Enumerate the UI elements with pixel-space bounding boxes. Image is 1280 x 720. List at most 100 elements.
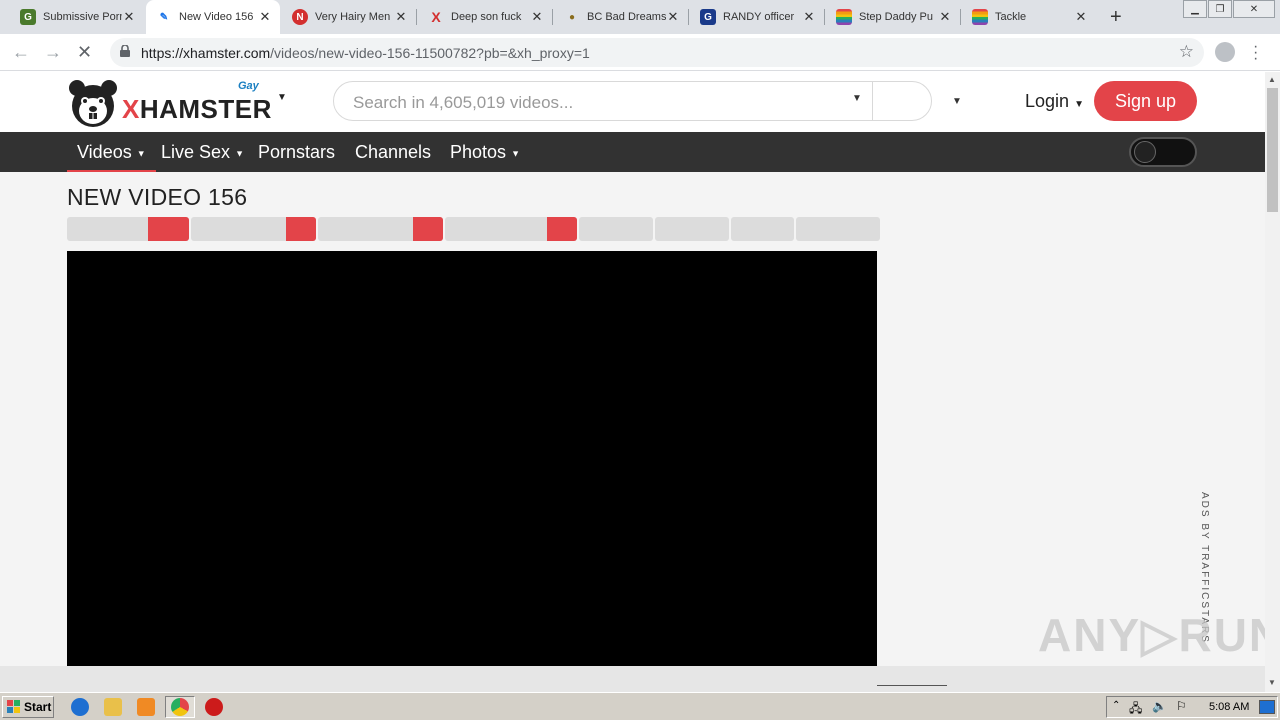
profile-avatar-icon[interactable] (1215, 42, 1235, 62)
tag-pill-accent (286, 217, 316, 241)
scroll-down-icon[interactable]: ▼ (1268, 678, 1276, 687)
tab-5[interactable]: G RANDY officer ✕ (690, 0, 824, 34)
close-tab-icon[interactable]: ✕ (1074, 9, 1088, 25)
site-header: XHAMSTER Gay ▼ Search in 4,605,019 video… (0, 72, 1265, 132)
toggle-knob (1134, 141, 1156, 163)
restore-button[interactable]: ❐ (1208, 0, 1232, 18)
close-tab-icon[interactable]: ✕ (394, 9, 408, 25)
nav-item-pornstars[interactable]: Pornstars (258, 142, 335, 163)
logo-subtitle: Gay (238, 80, 259, 92)
windows-taskbar: Start ⌃ 🖧 🔈 ⚐ 5:08 AM (0, 692, 1280, 720)
tab-2[interactable]: N Very Hairy Men ✕ (282, 0, 416, 34)
nav-item-live-sex[interactable]: Live Sex ▼ (161, 142, 244, 163)
close-tab-icon[interactable]: ✕ (258, 9, 272, 25)
tab-favicon-icon: ✎ (159, 11, 169, 23)
tab-separator (416, 9, 417, 25)
close-tab-icon[interactable]: ✕ (666, 9, 680, 25)
folder-icon[interactable] (104, 698, 122, 716)
tab-3[interactable]: X Deep son fuck ✕ (418, 0, 552, 34)
tab-favicon-icon: N (292, 9, 308, 25)
nav-item-videos[interactable]: Videos ▼ (67, 142, 156, 173)
tag-pill[interactable] (579, 217, 653, 241)
forward-arrow-icon[interactable]: → (44, 42, 62, 63)
address-bar[interactable]: https://xhamster.com/videos/new-video-15… (110, 38, 1204, 67)
tab-separator (960, 9, 961, 25)
tab-separator (688, 9, 689, 25)
chevron-down-icon: ▼ (136, 148, 146, 159)
flag-icon[interactable]: ⚐ (1176, 699, 1187, 713)
back-arrow-icon[interactable]: ← (12, 42, 30, 63)
url-path: /videos/new-video-156-11500782?pb=&xh_pr… (270, 45, 590, 61)
show-desktop-icon[interactable] (1259, 700, 1275, 714)
chrome-icon (171, 698, 189, 716)
media-player-icon[interactable] (137, 698, 155, 716)
chevron-down-icon[interactable]: ▼ (952, 96, 962, 107)
taskbar-clock[interactable]: 5:08 AM (1209, 701, 1249, 713)
video-player[interactable] (67, 251, 877, 691)
chevron-down-icon: ▼ (1074, 99, 1084, 110)
tab-favicon-icon: G (20, 9, 36, 25)
tag-pill[interactable] (191, 217, 316, 241)
tab-title: New Video 156 (179, 11, 254, 23)
opera-icon[interactable] (205, 698, 223, 716)
tag-pill[interactable] (796, 217, 880, 241)
hamster-mascot-icon (69, 80, 117, 127)
tab-0[interactable]: G Submissive Porn ✕ (10, 0, 144, 34)
scroll-up-icon[interactable]: ▲ (1268, 75, 1276, 84)
minimize-button[interactable]: ▁ (1183, 0, 1207, 18)
tag-pill[interactable] (655, 217, 729, 241)
network-icon[interactable]: 🖧 (1129, 699, 1142, 720)
tag-pill[interactable] (445, 217, 577, 241)
tag-pill[interactable] (67, 217, 189, 241)
tag-pill-accent (413, 217, 443, 241)
start-button[interactable]: Start (2, 696, 54, 718)
tab-1-active[interactable]: ✎ New Video 156 ✕ (146, 0, 280, 34)
nav-label: Videos (77, 142, 132, 162)
chevron-down-icon[interactable]: ▼ (852, 93, 862, 104)
search-input[interactable]: Search in 4,605,019 videos... ▼ (333, 81, 932, 121)
page-title: NEW VIDEO 156 (67, 184, 248, 210)
volume-icon[interactable]: 🔈 (1152, 699, 1167, 713)
close-tab-icon[interactable]: ✕ (530, 9, 544, 25)
page-content: NEW VIDEO 156 ADS BY TRAFFICSTARS ANY▷RU… (0, 172, 1280, 692)
browser-menu-icon[interactable]: · · · (1253, 39, 1258, 67)
url-host: https://xhamster.com (141, 45, 271, 61)
new-tab-button[interactable]: + (1110, 6, 1122, 29)
nav-item-photos[interactable]: Photos ▼ (450, 142, 520, 163)
login-button[interactable]: Login ▼ (1025, 91, 1084, 112)
nav-label: Live Sex (161, 142, 231, 162)
bookmark-star-icon[interactable]: ☆ (1179, 42, 1194, 62)
tag-pill[interactable] (318, 217, 443, 241)
nav-label: Pornstars (258, 142, 336, 162)
start-label: Start (24, 700, 52, 714)
scrollbar-thumb[interactable] (1267, 88, 1278, 212)
internet-explorer-icon[interactable] (71, 698, 89, 716)
nav-item-channels[interactable]: Channels (355, 142, 431, 163)
tab-7[interactable]: Tackle ✕ (962, 0, 1096, 34)
chevron-down-icon: ▼ (511, 148, 520, 159)
logo-wordmark: XHAMSTER (122, 94, 272, 125)
theme-toggle[interactable] (1129, 137, 1197, 167)
windows-logo-icon (7, 700, 20, 713)
tray-expand-icon[interactable]: ⌃ (1112, 700, 1120, 711)
system-tray: ⌃ 🖧 🔈 ⚐ (1106, 696, 1278, 718)
close-tab-icon[interactable]: ✕ (122, 9, 136, 25)
vertical-scrollbar[interactable]: ▲ ▼ (1265, 72, 1280, 692)
logo-x: X (122, 94, 140, 124)
chevron-down-icon[interactable]: ▼ (277, 92, 287, 103)
tab-favicon-icon: X (431, 9, 441, 25)
close-tab-icon[interactable]: ✕ (938, 9, 952, 25)
close-tab-icon[interactable]: ✕ (802, 9, 816, 25)
tab-title: Deep son fuck (451, 11, 522, 23)
browser-toolbar: ← → ✕ https://xhamster.com/videos/new-vi… (0, 34, 1280, 71)
tag-pill[interactable] (731, 217, 794, 241)
tab-title: Submissive Porn (43, 11, 122, 23)
tab-6[interactable]: Step Daddy Pu ✕ (826, 0, 960, 34)
tab-4[interactable]: ● BC Bad Dreams ✕ (554, 0, 688, 34)
url-text: https://xhamster.com/videos/new-video-15… (141, 45, 590, 61)
site-logo[interactable]: XHAMSTER Gay ▼ (67, 78, 287, 128)
close-window-button[interactable]: ✕ (1233, 0, 1275, 18)
anyrun-watermark: ANY▷RUN (1038, 609, 1280, 661)
stop-loading-icon[interactable]: ✕ (77, 42, 92, 63)
signup-button[interactable]: Sign up (1094, 81, 1197, 121)
